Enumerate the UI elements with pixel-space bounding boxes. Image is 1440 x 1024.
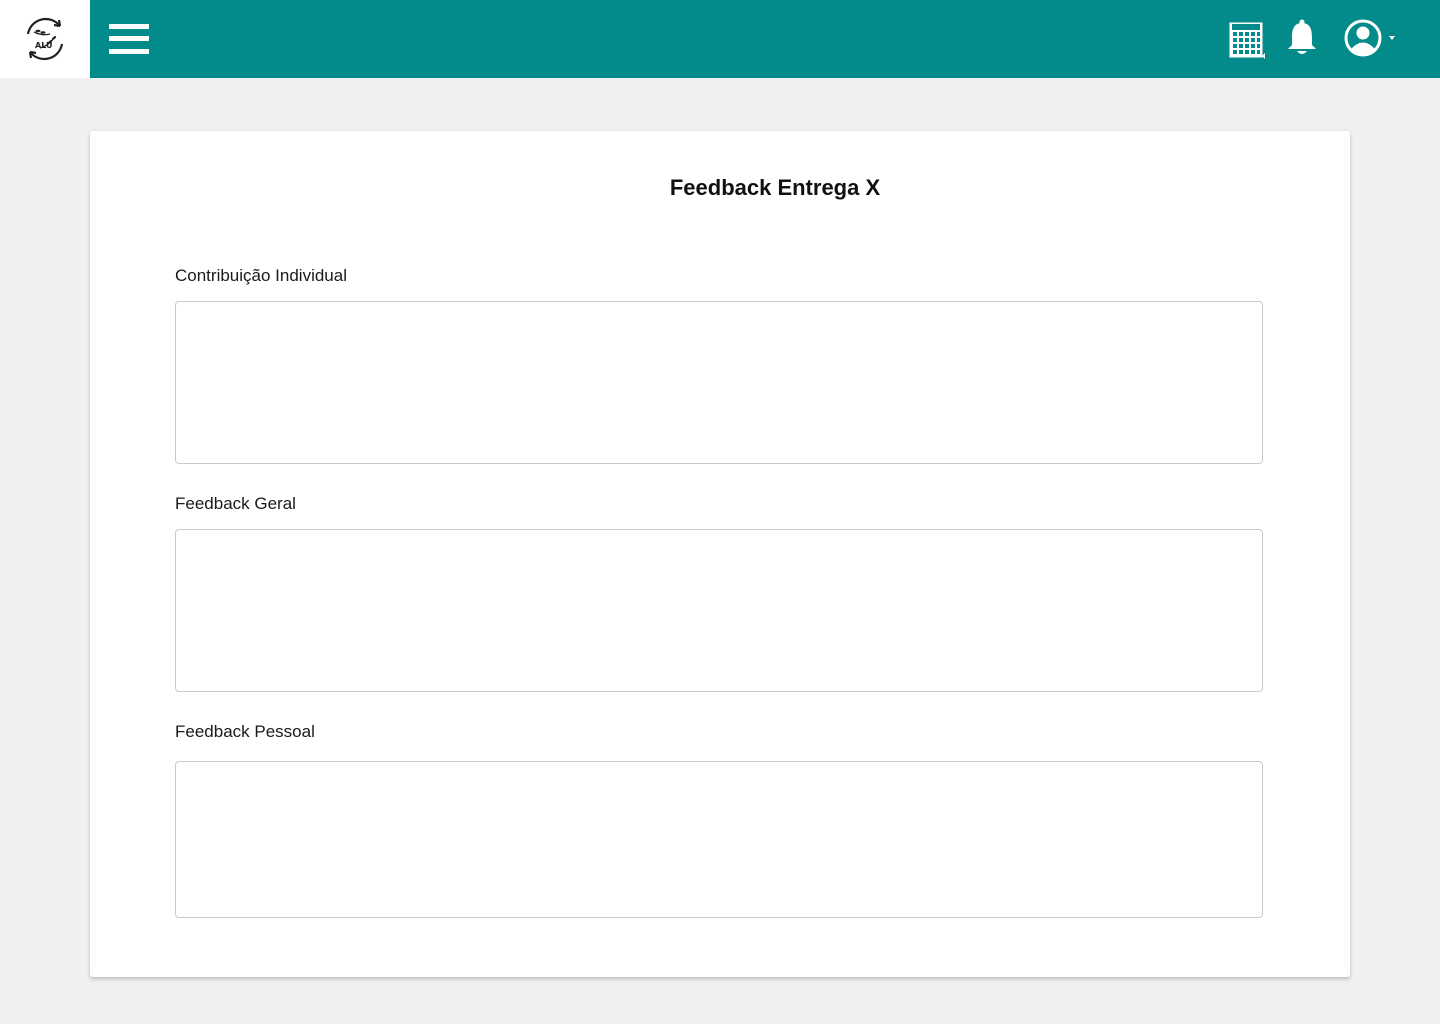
hamburger-menu-icon [109, 24, 149, 29]
page-title: Feedback Entrega X [669, 175, 881, 200]
user-avatar-icon [1344, 19, 1382, 57]
calendar-icon [1229, 22, 1265, 59]
caret-down-icon [1389, 36, 1395, 40]
feedback-pessoal-field[interactable] [175, 761, 1263, 918]
feedback-pessoal-label: Feedback Pessoal [175, 722, 315, 741]
feedback-geral-label: Feedback Geral [175, 494, 296, 513]
contribuicao-individual-label: Contribuição Individual [175, 266, 347, 285]
bell-icon [1288, 19, 1316, 54]
user-menu-button[interactable] [1344, 18, 1400, 58]
feedback-card: Feedback Entrega X Contribuição Individu… [90, 131, 1350, 977]
notifications-button[interactable] [1284, 18, 1320, 58]
calendar-button[interactable] [1228, 20, 1266, 60]
logo[interactable]: ALU [0, 0, 90, 78]
hamburger-menu-button[interactable] [109, 22, 149, 56]
top-app-bar: ALU [0, 0, 1440, 78]
feedback-geral-field[interactable] [175, 529, 1263, 692]
logo-mark-icon [26, 17, 64, 61]
logo-text: ALU [35, 41, 53, 50]
contribuicao-individual-field[interactable] [175, 301, 1263, 464]
